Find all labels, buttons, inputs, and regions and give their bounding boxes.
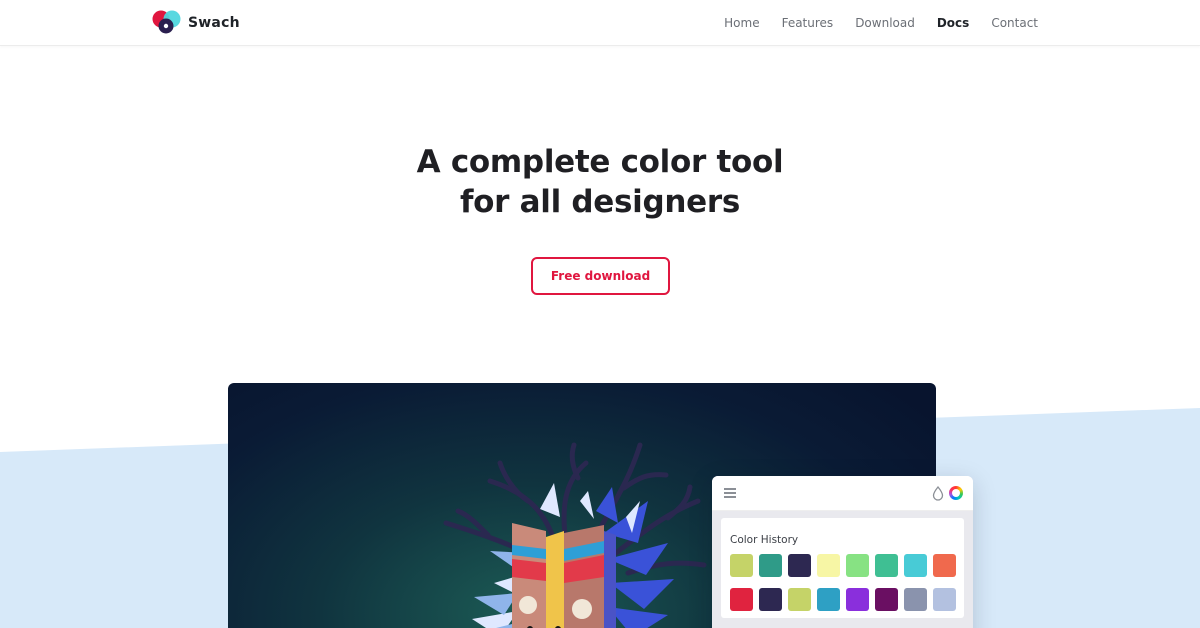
- color-history-card: Color History: [721, 518, 964, 618]
- main-nav: Home Features Download Docs Contact: [724, 0, 1038, 46]
- nav-link-features[interactable]: Features: [782, 16, 834, 30]
- color-swatch[interactable]: [788, 588, 811, 611]
- color-swatch[interactable]: [875, 554, 898, 577]
- hamburger-menu-icon[interactable]: [724, 488, 736, 498]
- nav-link-contact[interactable]: Contact: [991, 16, 1038, 30]
- panel-body: Color History: [712, 511, 973, 628]
- nav-link-home[interactable]: Home: [724, 16, 759, 30]
- color-swatch[interactable]: [904, 554, 927, 577]
- nav-link-docs[interactable]: Docs: [937, 16, 969, 30]
- color-swatch[interactable]: [759, 588, 782, 611]
- brand-link[interactable]: Swach: [151, 10, 240, 36]
- color-swatch[interactable]: [730, 554, 753, 577]
- color-wheel-icon[interactable]: [949, 486, 963, 500]
- brand-name: Swach: [188, 15, 240, 31]
- color-swatch[interactable]: [904, 588, 927, 611]
- color-history-swatches: [730, 554, 960, 611]
- swach-logo-icon: [152, 10, 181, 34]
- color-swatch[interactable]: [817, 588, 840, 611]
- page: Swach Home Features Download Docs Contac…: [0, 0, 1200, 628]
- color-drop-icon[interactable]: [932, 486, 944, 501]
- color-swatch[interactable]: [817, 554, 840, 577]
- hero-title: A complete color tool for all designers: [0, 142, 1200, 222]
- color-swatch[interactable]: [846, 588, 869, 611]
- top-navbar: Swach Home Features Download Docs Contac…: [0, 0, 1200, 46]
- nav-link-download[interactable]: Download: [855, 16, 915, 30]
- swach-app-panel: Color History: [712, 476, 973, 628]
- panel-toolbar: [712, 476, 973, 511]
- color-swatch[interactable]: [875, 588, 898, 611]
- color-swatch[interactable]: [933, 588, 956, 611]
- color-history-title: Color History: [730, 534, 799, 546]
- color-swatch[interactable]: [933, 554, 956, 577]
- color-swatch[interactable]: [730, 588, 753, 611]
- color-swatch[interactable]: [759, 554, 782, 577]
- color-swatch[interactable]: [788, 554, 811, 577]
- hero-title-line-2: for all designers: [459, 184, 741, 220]
- free-download-button[interactable]: Free download: [531, 257, 670, 295]
- color-swatch[interactable]: [846, 554, 869, 577]
- hero-title-line-1: A complete color tool: [416, 144, 784, 180]
